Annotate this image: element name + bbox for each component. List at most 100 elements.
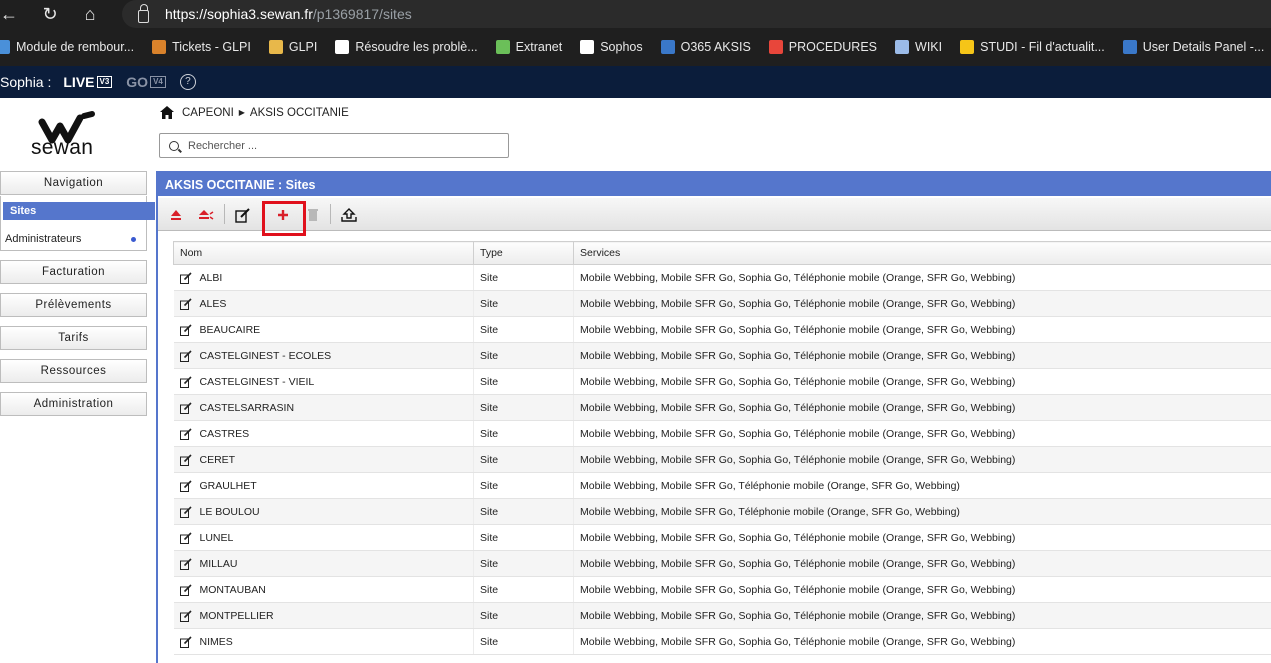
browser-toolbar: ← ↻ ⌂ https://sophia3.sewan.fr/p1369817/… xyxy=(0,0,1271,28)
cell-type: Site xyxy=(473,394,574,421)
toolbar-separator xyxy=(224,204,225,224)
table-row[interactable]: LUNEL Site Mobile Webbing, Mobile SFR Go, … xyxy=(173,524,1271,551)
table-row[interactable]: LE BOULOU Site Mobile Webbing, Mobile SFR … xyxy=(173,498,1271,525)
bookmark-item[interactable]: GLPI xyxy=(268,40,317,54)
edit-icon[interactable] xyxy=(234,206,252,224)
edit-row-icon[interactable] xyxy=(179,297,192,310)
cell-nom: ALES xyxy=(173,290,474,317)
sidebar-item-sites[interactable]: Sites xyxy=(3,202,155,220)
edit-row-icon[interactable] xyxy=(179,271,192,284)
sidebar-tarifs[interactable]: Tarifs xyxy=(0,326,147,350)
cell-nom: CASTRES xyxy=(173,420,474,447)
edit-row-icon[interactable] xyxy=(179,323,192,336)
collapse-up-icon[interactable] xyxy=(167,206,185,224)
column-services[interactable]: Services xyxy=(573,241,1271,265)
reload-icon[interactable]: ↻ xyxy=(34,0,66,28)
table-row[interactable]: BEAUCAIRE Site Mobile Webbing, Mobile SFR … xyxy=(173,316,1271,343)
table-row[interactable]: MILLAU Site Mobile Webbing, Mobile SFR Go,… xyxy=(173,550,1271,577)
table-row[interactable]: MONTAUBAN Site Mobile Webbing, Mobile SFR … xyxy=(173,576,1271,603)
table-row[interactable]: GRAULHET Site Mobile Webbing, Mobile SFR G… xyxy=(173,472,1271,499)
bookmarks-bar: Module de rembour... Tickets - GLPI GLPI Ré… xyxy=(0,28,1271,66)
cell-type: Site xyxy=(473,342,574,369)
table-row[interactable]: NIMES Site Mobile Webbing, Mobile SFR Go, … xyxy=(173,628,1271,655)
breadcrumb-item-capeoni[interactable]: CAPEONI xyxy=(182,107,234,119)
table-row[interactable]: MONTPELLIER Site Mobile Webbing, Mobile SF… xyxy=(173,602,1271,629)
breadcrumb-separator-icon: ▶ xyxy=(238,108,245,117)
sidebar-facturation[interactable]: Facturation xyxy=(0,260,147,284)
bookmark-item[interactable]: Tickets - GLPI xyxy=(152,40,251,54)
lock-icon xyxy=(138,3,149,23)
home-icon[interactable] xyxy=(160,106,174,119)
cell-services: Mobile Webbing, Mobile SFR Go, Sophia Go… xyxy=(573,550,1271,577)
site-name: BEAUCAIRE xyxy=(199,323,261,336)
breadcrumb: CAPEONI ▶ AKSIS OCCITANIE xyxy=(160,106,349,119)
cell-nom: CASTELGINEST - VIEIL xyxy=(173,368,474,395)
url-host: https://sophia3.sewan.fr xyxy=(165,6,313,22)
bookmark-item[interactable]: Résoudre les problè... xyxy=(335,40,478,54)
table-row[interactable]: CASTELSARRASIN Site Mobile Webbing, Mobile… xyxy=(173,394,1271,421)
bookmark-icon xyxy=(268,40,283,54)
sidebar-navigation[interactable]: Navigation xyxy=(0,171,147,195)
highlight-annotation xyxy=(262,201,306,236)
address-bar[interactable]: https://sophia3.sewan.fr/p1369817/sites xyxy=(122,0,1271,28)
edit-row-icon[interactable] xyxy=(179,453,192,466)
cell-services: Mobile Webbing, Mobile SFR Go, Sophia Go… xyxy=(573,524,1271,551)
sidebar-ressources[interactable]: Ressources xyxy=(0,359,147,383)
cell-nom: MONTAUBAN xyxy=(173,576,474,603)
edit-row-icon[interactable] xyxy=(179,349,192,362)
edit-row-icon[interactable] xyxy=(179,531,192,544)
url-path: /p1369817/sites xyxy=(312,6,412,22)
table-row[interactable]: CASTRES Site Mobile Webbing, Mobile SFR Go… xyxy=(173,420,1271,447)
table-row[interactable]: ALBI Site Mobile Webbing, Mobile SFR Go, S… xyxy=(173,264,1271,291)
table-row[interactable]: CASTELGINEST - ECOLES Site Mobile Webbing,… xyxy=(173,342,1271,369)
column-type[interactable]: Type xyxy=(473,241,574,265)
delete-icon[interactable] xyxy=(304,206,322,224)
cell-nom: GRAULHET xyxy=(173,472,474,499)
bookmark-item[interactable]: PROCEDURES xyxy=(768,40,877,54)
bookmark-item[interactable]: Module de rembour... xyxy=(0,40,134,54)
search-icon xyxy=(169,140,179,151)
edit-row-icon[interactable] xyxy=(179,609,192,622)
env-go-label: GO xyxy=(126,74,149,90)
bookmark-item[interactable]: Extranet xyxy=(495,40,562,54)
bookmark-label: WIKI xyxy=(915,40,943,54)
edit-row-icon[interactable] xyxy=(179,375,192,388)
bookmark-icon xyxy=(660,40,675,54)
search-input[interactable] xyxy=(188,139,488,152)
cell-nom: LE BOULOU xyxy=(173,498,474,525)
bookmark-item[interactable]: WIKI xyxy=(895,40,942,54)
breadcrumb-item-aksis[interactable]: AKSIS OCCITANIE xyxy=(250,107,349,119)
edit-row-icon[interactable] xyxy=(179,505,192,518)
site-name: CASTRES xyxy=(199,427,250,440)
cell-services: Mobile Webbing, Mobile SFR Go, Sophia Go… xyxy=(573,368,1271,395)
bookmark-icon xyxy=(152,40,167,54)
bookmark-item[interactable]: STUDI - Fil d'actualit... xyxy=(960,40,1105,54)
search-box xyxy=(159,133,509,158)
edit-row-icon[interactable] xyxy=(179,479,192,492)
table-row[interactable]: CASTELGINEST - VIEIL Site Mobile Webbing, … xyxy=(173,368,1271,395)
back-icon[interactable]: ← xyxy=(0,0,18,28)
edit-row-icon[interactable] xyxy=(179,427,192,440)
bookmark-label: O365 AKSIS xyxy=(680,40,751,54)
column-nom[interactable]: Nom xyxy=(173,241,474,265)
cell-nom: CASTELGINEST - ECOLES xyxy=(173,342,474,369)
cell-type: Site xyxy=(473,368,574,395)
bookmark-item[interactable]: Sophos xyxy=(580,40,643,54)
table-row[interactable]: ALES Site Mobile Webbing, Mobile SFR Go, S… xyxy=(173,290,1271,317)
sidebar-administration[interactable]: Administration xyxy=(0,392,147,416)
sidebar-item-administrateurs[interactable]: Administrateurs xyxy=(0,227,147,251)
help-icon[interactable]: ? xyxy=(179,74,196,90)
table-row[interactable]: CERET Site Mobile Webbing, Mobile SFR Go, … xyxy=(173,446,1271,473)
sidebar-prelevements[interactable]: Prélèvements xyxy=(0,293,147,317)
edit-row-icon[interactable] xyxy=(179,635,192,648)
bookmark-item[interactable]: O365 AKSIS xyxy=(660,40,751,54)
edit-row-icon[interactable] xyxy=(179,401,192,414)
bookmark-item[interactable]: User Details Panel -... xyxy=(1122,40,1264,54)
home-icon[interactable]: ⌂ xyxy=(74,0,106,28)
edit-row-icon[interactable] xyxy=(179,583,192,596)
collapse-all-icon[interactable] xyxy=(197,206,215,224)
export-icon[interactable] xyxy=(340,206,358,224)
env-live[interactable]: LIVE V3 xyxy=(63,74,113,90)
env-go[interactable]: GO V4 xyxy=(126,74,166,90)
edit-row-icon[interactable] xyxy=(179,557,192,570)
